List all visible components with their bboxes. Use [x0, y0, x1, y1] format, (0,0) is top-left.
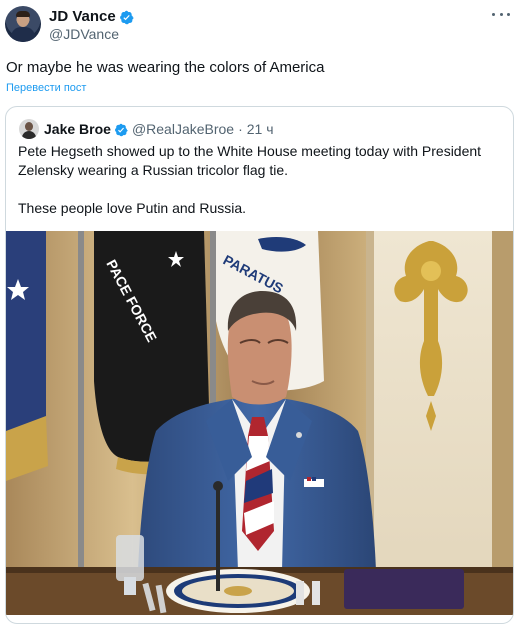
q-avatar-body [22, 131, 36, 139]
verified-badge-icon [119, 10, 134, 24]
quoted-header: Jake Broe @RealJakeBroe · 21 ч [44, 121, 274, 138]
more-dot [492, 12, 495, 16]
author-display-name[interactable]: JD Vance [49, 8, 116, 26]
quoted-verified-badge-icon [114, 123, 128, 136]
flag-left [6, 231, 48, 481]
more-dot [499, 12, 503, 16]
translate-post-link[interactable]: Перевести пост [6, 81, 86, 95]
tweet-text: Or maybe he was wearing the colors of Am… [6, 59, 325, 76]
quoted-display-name[interactable]: Jake Broe [44, 121, 111, 138]
quoted-paragraph: These people love Putin and Russia. [18, 200, 247, 216]
photo-illustration: PACE FORCE PARATUS [6, 231, 513, 615]
quoted-author-avatar[interactable] [19, 119, 39, 139]
author-handle[interactable]: @JDVance [49, 26, 119, 43]
author-name-row: JD Vance [49, 8, 134, 26]
q-avatar-head [25, 122, 33, 131]
more-options-icon[interactable] [490, 6, 512, 22]
quoted-separator: · [238, 121, 243, 137]
quoted-timestamp[interactable]: 21 ч [247, 121, 274, 138]
quoted-handle[interactable]: @RealJakeBroe [132, 121, 234, 138]
tweet: JD Vance @JDVance Or maybe he was wearin… [0, 0, 519, 631]
quoted-photo[interactable]: PACE FORCE PARATUS [6, 231, 513, 615]
more-dot [507, 12, 510, 16]
quoted-tweet[interactable]: Jake Broe @RealJakeBroe · 21 ч Pete Hegs… [5, 106, 514, 624]
avatar-hair [16, 11, 30, 17]
author-avatar[interactable] [5, 6, 41, 42]
avatar-suit [11, 27, 35, 42]
quoted-text: Pete Hegseth showed up to the White Hous… [18, 142, 503, 218]
quoted-paragraph: Pete Hegseth showed up to the White Hous… [18, 143, 482, 178]
